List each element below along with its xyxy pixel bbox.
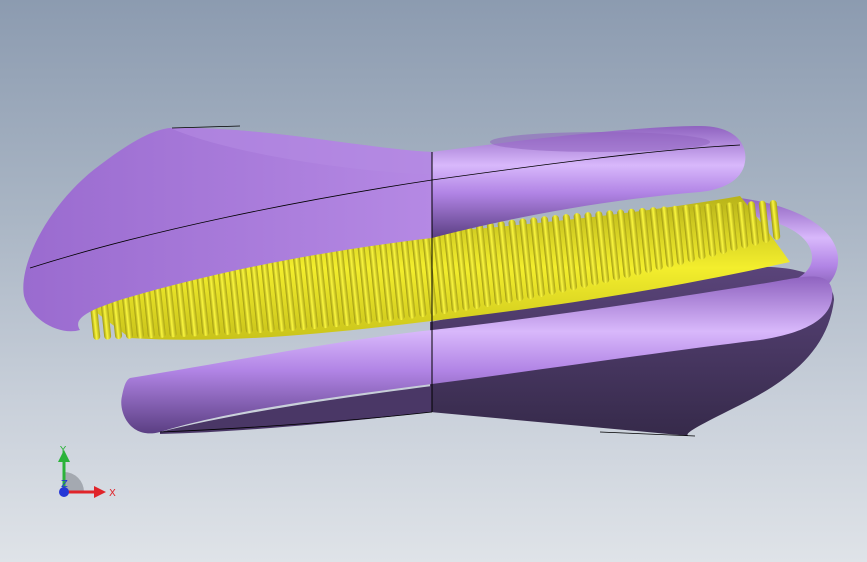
y-axis-label: Y bbox=[59, 445, 67, 456]
coordinate-triad: Y X Z bbox=[58, 445, 116, 499]
3d-model-view[interactable] bbox=[0, 0, 867, 562]
x-axis-label: X bbox=[109, 488, 116, 499]
z-axis-label: Z bbox=[61, 479, 68, 490]
graphics-viewport[interactable]: Y X Z bbox=[0, 0, 867, 562]
